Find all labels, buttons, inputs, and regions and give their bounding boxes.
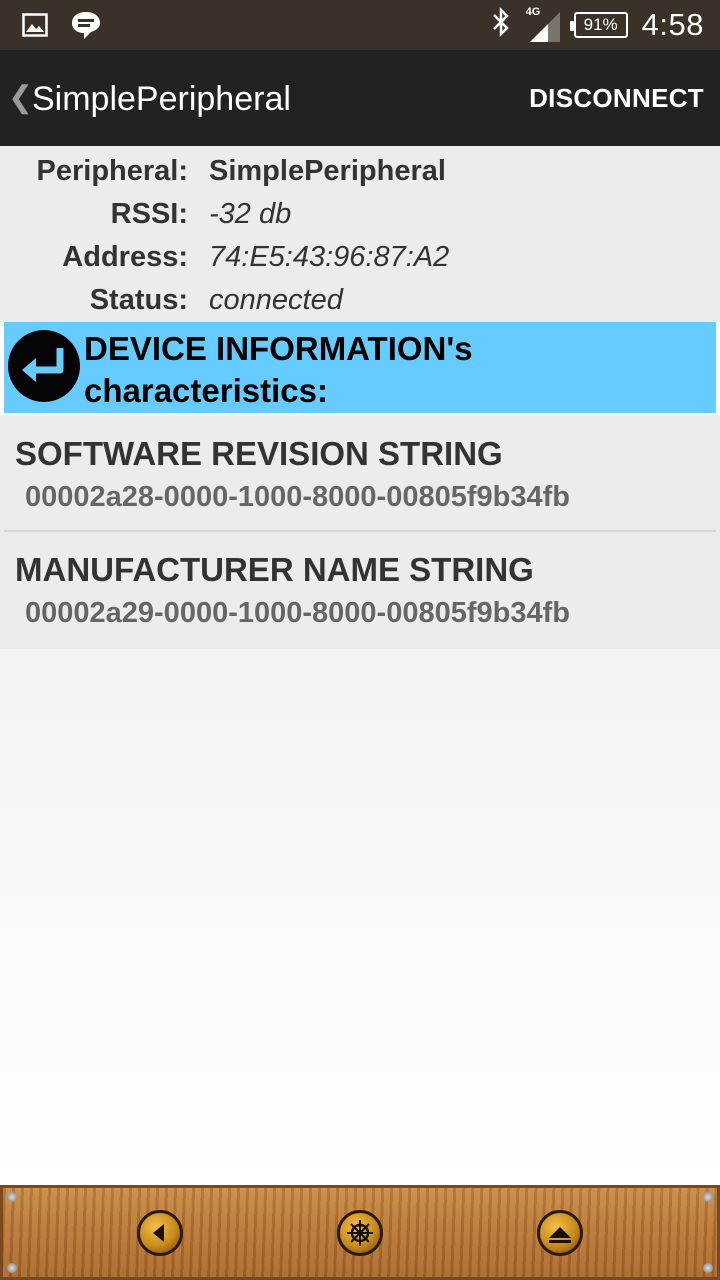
scroll-up-icon[interactable]	[537, 1210, 583, 1256]
address-value: 74:E5:43:96:87:A2	[209, 241, 450, 273]
action-bar: ❮ SimplePeripheral DISCONNECT	[0, 50, 720, 146]
rssi-row: RSSI: -32 db	[0, 194, 720, 237]
clock: 4:58	[641, 6, 704, 42]
rssi-label: RSSI:	[110, 198, 188, 230]
peripheral-info: Peripheral: SimplePeripheral RSSI: -32 d…	[0, 146, 720, 322]
status-row: Status: connected	[0, 280, 720, 323]
bottom-toolbar	[0, 1185, 720, 1280]
battery-indicator: 91%	[569, 11, 628, 38]
characteristic-item[interactable]: SOFTWARE REVISION STRING 00002a28-0000-1…	[0, 415, 720, 532]
status-bar: 4G 91% 4:58	[0, 0, 720, 50]
empty-area	[0, 649, 720, 1185]
return-arrow-icon[interactable]	[8, 330, 80, 402]
rssi-value: -32 db	[209, 198, 292, 230]
screw-icon	[7, 1263, 17, 1273]
characteristic-name: MANUFACTURER NAME STRING	[15, 551, 534, 588]
screw-icon	[7, 1192, 17, 1202]
ship-wheel-icon[interactable]	[337, 1210, 383, 1256]
gallery-icon	[22, 13, 48, 42]
status-label: Status:	[89, 284, 188, 316]
characteristics-list: SOFTWARE REVISION STRING 00002a28-0000-1…	[0, 415, 720, 649]
chat-icon	[70, 10, 102, 45]
service-title: DEVICE INFORMATION's characteristics:	[84, 330, 473, 409]
characteristic-item[interactable]: MANUFACTURER NAME STRING 00002a29-0000-1…	[0, 531, 720, 647]
signal-icon: 4G	[526, 6, 560, 42]
bluetooth-icon	[490, 6, 512, 43]
address-row: Address: 74:E5:43:96:87:A2	[0, 237, 720, 280]
screw-icon	[703, 1263, 713, 1273]
screw-icon	[703, 1192, 713, 1202]
disconnect-button[interactable]: DISCONNECT	[529, 83, 704, 114]
status-value: connected	[209, 284, 343, 316]
service-header[interactable]: DEVICE INFORMATION's characteristics:	[4, 322, 716, 413]
peripheral-value: SimplePeripheral	[209, 155, 446, 187]
characteristic-name: SOFTWARE REVISION STRING	[15, 435, 503, 472]
peripheral-label: Peripheral:	[36, 155, 189, 187]
app-title[interactable]: SimplePeripheral	[32, 80, 291, 119]
back-arrow-icon[interactable]	[137, 1210, 183, 1256]
back-chevron-icon[interactable]: ❮	[8, 80, 33, 115]
peripheral-name-row: Peripheral: SimplePeripheral	[0, 151, 720, 194]
characteristic-uuid: 00002a28-0000-1000-8000-00805f9b34fb	[25, 481, 570, 513]
address-label: Address:	[62, 241, 188, 273]
characteristic-uuid: 00002a29-0000-1000-8000-00805f9b34fb	[25, 597, 570, 629]
